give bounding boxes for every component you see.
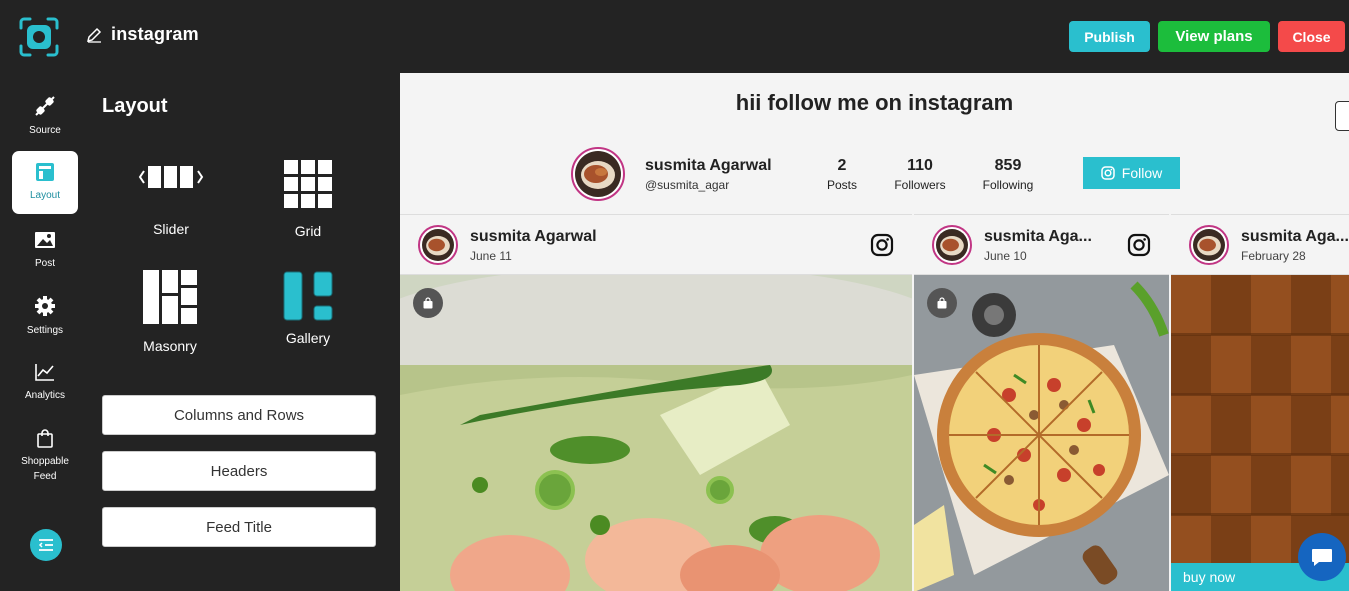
stat-number: 2 bbox=[837, 157, 847, 174]
sidebar-item-label: Analytics bbox=[24, 390, 65, 401]
stat-number: 110 bbox=[907, 157, 933, 174]
stat-followers: 110 Followers bbox=[890, 157, 950, 192]
layout-option-masonry[interactable]: Masonry bbox=[140, 269, 200, 354]
post-date: June 10 bbox=[984, 249, 1027, 263]
stat-following: 859 Following bbox=[978, 157, 1038, 192]
layout-option-slider[interactable]: Slider bbox=[138, 159, 204, 237]
stat-posts: 2 Posts bbox=[822, 157, 862, 192]
post-author: susmita Aga... bbox=[984, 228, 1092, 245]
post-card[interactable]: susmita Agarwal June 11 bbox=[400, 214, 912, 591]
image-icon bbox=[35, 232, 55, 248]
instagram-icon bbox=[1101, 166, 1115, 180]
post-avatar bbox=[1189, 225, 1229, 265]
sidebar-item-label: Source bbox=[29, 125, 61, 136]
feed-title-button[interactable]: Feed Title bbox=[102, 507, 376, 547]
sidebar-item-label: Layout bbox=[29, 190, 61, 201]
sidebar-item-label: Post bbox=[34, 258, 55, 269]
sidebar-item-source[interactable]: Source bbox=[12, 95, 78, 138]
grid-layout-icon bbox=[284, 160, 332, 208]
layout-option-label: Slider bbox=[153, 221, 189, 237]
gear-icon bbox=[35, 296, 55, 316]
post-date: June 11 bbox=[470, 249, 512, 263]
layout-option-label: Gallery bbox=[285, 330, 331, 346]
follow-button[interactable]: Follow bbox=[1083, 157, 1180, 189]
post-avatar bbox=[932, 225, 972, 265]
instagram-icon[interactable] bbox=[870, 233, 894, 257]
layout-option-label: Grid bbox=[294, 223, 322, 239]
collapse-menu-icon bbox=[38, 539, 53, 551]
gallery-layout-icon bbox=[283, 271, 333, 321]
post-header: susmita Agarwal June 11 bbox=[400, 215, 912, 275]
columns-and-rows-button[interactable]: Columns and Rows bbox=[102, 395, 376, 435]
stat-label: Following bbox=[982, 178, 1034, 192]
headers-button[interactable]: Headers bbox=[102, 451, 376, 491]
device-toggle-icon[interactable] bbox=[1335, 101, 1349, 131]
profile-handle: @susmita_agar bbox=[645, 178, 730, 192]
sidebar-item-settings[interactable]: Settings bbox=[12, 295, 78, 338]
publish-button[interactable]: Publish bbox=[1069, 21, 1150, 52]
layout-panel: Layout Slider Grid Masonry Gallery Colum… bbox=[90, 73, 400, 591]
sidebar-item-label: Settings bbox=[26, 325, 64, 336]
post-header: susmita Aga... June 10 bbox=[914, 215, 1169, 275]
post-date: February 28 bbox=[1241, 249, 1306, 263]
chat-widget-button[interactable] bbox=[1298, 533, 1346, 581]
instagram-icon[interactable] bbox=[1127, 233, 1151, 257]
sidebar-item-post[interactable]: Post bbox=[12, 230, 78, 271]
close-button[interactable]: Close bbox=[1278, 21, 1345, 52]
post-card[interactable]: susmita Aga... June 10 bbox=[914, 214, 1169, 591]
chart-icon bbox=[35, 364, 54, 381]
feed-title: hii follow me on instagram bbox=[735, 90, 1014, 115]
profile-avatar[interactable] bbox=[571, 147, 625, 201]
layout-icon bbox=[36, 163, 54, 181]
layout-option-gallery[interactable]: Gallery bbox=[280, 269, 336, 346]
post-image[interactable] bbox=[914, 275, 1169, 591]
collapse-sidebar-button[interactable] bbox=[30, 529, 62, 561]
shopping-bag-icon bbox=[937, 297, 947, 309]
shoppable-bag-button[interactable] bbox=[413, 288, 443, 318]
profile-name: susmita Agarwal bbox=[645, 157, 772, 174]
feed-name[interactable]: instagram bbox=[111, 24, 199, 45]
post-header: susmita Aga... February 28 bbox=[1171, 215, 1349, 275]
post-author: susmita Agarwal bbox=[470, 228, 597, 245]
pizza-image bbox=[914, 275, 1169, 591]
app-logo-icon[interactable] bbox=[18, 16, 60, 58]
curry-dish-image bbox=[400, 275, 912, 591]
shopping-bag-icon bbox=[37, 429, 53, 448]
view-plans-button[interactable]: View plans bbox=[1158, 21, 1270, 52]
sidebar-item-analytics[interactable]: Analytics bbox=[12, 362, 78, 403]
shopping-bag-icon bbox=[423, 297, 433, 309]
icon-sidebar: Source Layout Post Settings Analytics Sh… bbox=[0, 73, 90, 591]
panel-title: Layout bbox=[102, 95, 168, 117]
sidebar-item-shoppable-feed[interactable]: Shoppable Feed bbox=[12, 428, 78, 484]
layout-option-label: Masonry bbox=[143, 338, 197, 354]
shoppable-bag-button[interactable] bbox=[927, 288, 957, 318]
post-author: susmita Aga... bbox=[1241, 228, 1349, 245]
stat-label: Followers bbox=[894, 178, 946, 192]
top-bar: instagram Publish View plans Close bbox=[0, 0, 1349, 73]
layout-option-grid[interactable]: Grid bbox=[280, 159, 336, 239]
masonry-layout-icon bbox=[143, 270, 197, 324]
stat-number: 859 bbox=[994, 157, 1022, 174]
food-avatar-image bbox=[575, 151, 621, 197]
edit-pencil-icon[interactable] bbox=[86, 26, 103, 43]
slider-layout-icon bbox=[138, 166, 204, 188]
post-avatar bbox=[418, 225, 458, 265]
follow-label: Follow bbox=[1121, 165, 1163, 181]
sidebar-item-layout[interactable]: Layout bbox=[12, 151, 78, 214]
plug-icon bbox=[35, 96, 55, 116]
post-image[interactable] bbox=[400, 275, 912, 591]
chat-bubble-icon bbox=[1312, 549, 1332, 566]
feed-preview: hii follow me on instagram susmita Agarw… bbox=[400, 73, 1349, 591]
sidebar-item-label: Shoppable Feed bbox=[21, 456, 69, 482]
stat-label: Posts bbox=[826, 178, 857, 192]
